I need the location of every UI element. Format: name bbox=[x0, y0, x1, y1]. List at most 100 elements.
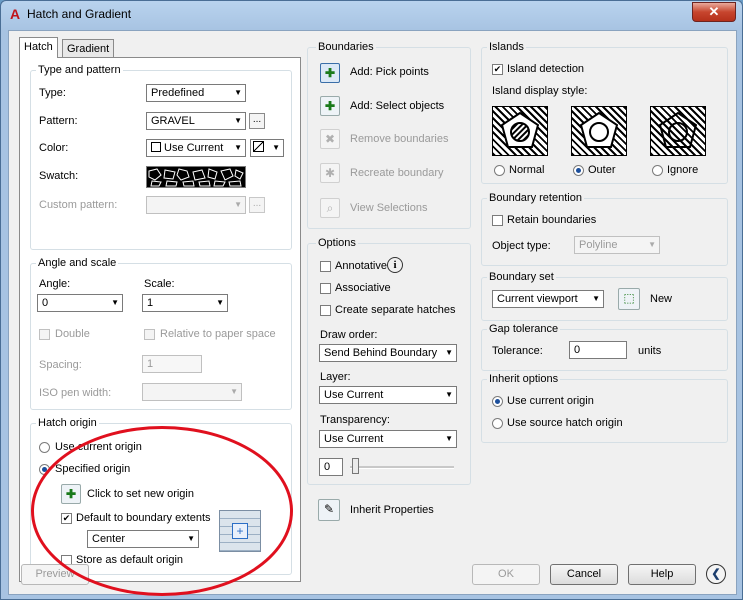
tab-gradient[interactable]: Gradient bbox=[62, 39, 115, 58]
pattern-dropdown[interactable]: GRAVEL ▼ bbox=[146, 112, 246, 130]
boundary-retention-group: Boundary retention Retain boundaries Obj… bbox=[481, 192, 728, 266]
object-type-dropdown[interactable]: Polyline ▼ bbox=[574, 236, 660, 254]
chevron-down-icon: ▼ bbox=[230, 387, 238, 396]
ignore-style-icon bbox=[658, 111, 698, 148]
draw-order-value: Send Behind Boundary bbox=[324, 347, 438, 359]
type-dropdown[interactable]: Predefined ▼ bbox=[146, 84, 246, 102]
group-title: Islands bbox=[487, 41, 526, 53]
object-type-value: Polyline bbox=[579, 239, 618, 251]
transparency-dropdown[interactable]: Use Current ▼ bbox=[319, 430, 457, 448]
separate-hatches-checkbox[interactable] bbox=[320, 305, 331, 316]
group-title: Angle and scale bbox=[36, 257, 119, 269]
inherit-use-source-origin-radio[interactable] bbox=[492, 418, 503, 429]
pattern-swatch[interactable] bbox=[146, 166, 246, 188]
chevron-down-icon: ▼ bbox=[111, 298, 119, 307]
annotative-label: Annotative bbox=[335, 260, 387, 272]
color-dropdown[interactable]: Use Current ▼ bbox=[146, 139, 246, 157]
no-fill-icon bbox=[253, 141, 264, 152]
scale-dropdown[interactable]: 1 ▼ bbox=[142, 294, 228, 312]
custom-pattern-dropdown[interactable]: ▼ bbox=[146, 196, 246, 214]
boundary-set-value: Current viewport bbox=[497, 293, 578, 305]
crosshair-origin-icon: ✚ bbox=[65, 487, 77, 501]
group-title: Gap tolerance bbox=[487, 323, 561, 335]
layer-dropdown[interactable]: Use Current ▼ bbox=[319, 386, 457, 404]
retain-boundaries-checkbox[interactable] bbox=[492, 215, 503, 226]
select-new-set-icon: ⬚ bbox=[623, 291, 635, 305]
group-title: Boundary retention bbox=[487, 192, 584, 204]
chevron-down-icon: ▼ bbox=[216, 298, 224, 307]
default-boundary-extents-label: Default to boundary extents bbox=[76, 512, 211, 524]
set-origin-button[interactable]: ✚ bbox=[61, 484, 81, 504]
island-normal-radio[interactable] bbox=[494, 165, 505, 176]
associative-checkbox[interactable] bbox=[320, 283, 331, 294]
view-selections-button[interactable]: ⌕ bbox=[320, 198, 340, 218]
add-pick-points-button[interactable]: ✚ bbox=[320, 63, 340, 83]
inherit-properties-button[interactable]: ✎ bbox=[318, 499, 340, 521]
type-label: Type: bbox=[39, 87, 66, 99]
color-label: Color: bbox=[39, 142, 69, 154]
island-outer-image[interactable] bbox=[571, 106, 627, 156]
click-set-origin-label: Click to set new origin bbox=[87, 488, 194, 500]
chevron-down-icon: ▼ bbox=[592, 294, 600, 303]
iso-pen-width-dropdown[interactable]: ▼ bbox=[142, 383, 242, 401]
add-select-objects-button[interactable]: ✚ bbox=[320, 96, 340, 116]
double-checkbox[interactable] bbox=[39, 329, 50, 340]
gap-tolerance-group: Gap tolerance Tolerance: 0 units bbox=[481, 323, 728, 371]
use-current-origin-label: Use current origin bbox=[55, 441, 142, 453]
boundary-extents-value: Center bbox=[92, 533, 126, 545]
transparency-slider-thumb[interactable] bbox=[352, 458, 359, 474]
annotative-checkbox[interactable] bbox=[320, 261, 331, 272]
draw-order-dropdown[interactable]: Send Behind Boundary ▼ bbox=[319, 344, 457, 362]
island-ignore-label: Ignore bbox=[667, 164, 699, 176]
new-boundary-set-label: New bbox=[650, 293, 673, 305]
island-normal-label: Normal bbox=[509, 164, 545, 176]
specified-origin-radio[interactable] bbox=[39, 464, 50, 475]
island-ignore-radio[interactable] bbox=[652, 165, 663, 176]
double-label: Double bbox=[55, 328, 90, 340]
island-normal-image[interactable] bbox=[492, 106, 548, 156]
ok-button[interactable]: OK bbox=[472, 564, 540, 585]
cancel-button[interactable]: Cancel bbox=[550, 564, 618, 585]
tolerance-input[interactable]: 0 bbox=[569, 341, 627, 359]
info-icon[interactable]: i bbox=[387, 257, 403, 273]
remove-boundaries-button[interactable]: ✖ bbox=[320, 129, 340, 149]
options-group: Options Annotative i Associative Create … bbox=[307, 237, 471, 485]
draw-order-label: Draw order: bbox=[320, 329, 378, 341]
new-boundary-set-button[interactable]: ⬚ bbox=[618, 288, 640, 310]
boundary-extents-dropdown[interactable]: Center ▼ bbox=[87, 530, 199, 548]
help-button[interactable]: Help bbox=[628, 564, 696, 585]
background-color-dropdown[interactable]: ▼ bbox=[250, 139, 284, 157]
chevron-down-icon: ▼ bbox=[234, 116, 242, 125]
spacing-input[interactable]: 1 bbox=[142, 355, 202, 373]
tab-hatch[interactable]: Hatch bbox=[19, 37, 58, 58]
default-boundary-extents-checkbox[interactable]: ✔ bbox=[61, 513, 72, 524]
hatch-tab-panel: Type and pattern Type: Predefined ▼ Patte… bbox=[19, 57, 301, 582]
chevron-down-icon: ▼ bbox=[648, 240, 656, 249]
type-and-pattern-group: Type and pattern Type: Predefined ▼ Patte… bbox=[30, 64, 292, 250]
color-value: Use Current bbox=[164, 142, 224, 154]
chevron-down-icon: ▼ bbox=[234, 200, 242, 209]
outer-style-icon bbox=[579, 111, 619, 148]
group-title: Type and pattern bbox=[36, 64, 123, 76]
pattern-browse-button[interactable]: ... bbox=[249, 113, 265, 129]
recreate-boundary-button[interactable]: ✱ bbox=[320, 163, 340, 183]
object-type-label: Object type: bbox=[492, 240, 551, 252]
island-detection-checkbox[interactable]: ✔ bbox=[492, 64, 503, 75]
inherit-use-current-origin-radio[interactable] bbox=[492, 396, 503, 407]
use-current-origin-radio[interactable] bbox=[39, 442, 50, 453]
recreate-boundary-label: Recreate boundary bbox=[350, 167, 444, 179]
title-bar[interactable]: A Hatch and Gradient ✕ bbox=[1, 1, 742, 27]
eyedropper-icon: ✎ bbox=[323, 502, 335, 516]
angle-dropdown[interactable]: 0 ▼ bbox=[37, 294, 123, 312]
close-button[interactable]: ✕ bbox=[692, 2, 736, 22]
boundary-set-dropdown[interactable]: Current viewport ▼ bbox=[492, 290, 604, 308]
more-options-collapse-icon[interactable]: ❮ bbox=[706, 564, 726, 584]
preview-button[interactable]: Preview bbox=[21, 564, 89, 585]
custom-pattern-browse-button[interactable]: ... bbox=[249, 197, 265, 213]
island-ignore-image[interactable] bbox=[650, 106, 706, 156]
transparency-slider-track[interactable] bbox=[350, 466, 454, 469]
transparency-amount-input[interactable]: 0 bbox=[319, 458, 343, 476]
chevron-down-icon: ▼ bbox=[445, 390, 453, 399]
relative-paper-space-checkbox[interactable] bbox=[144, 329, 155, 340]
island-outer-radio[interactable] bbox=[573, 165, 584, 176]
